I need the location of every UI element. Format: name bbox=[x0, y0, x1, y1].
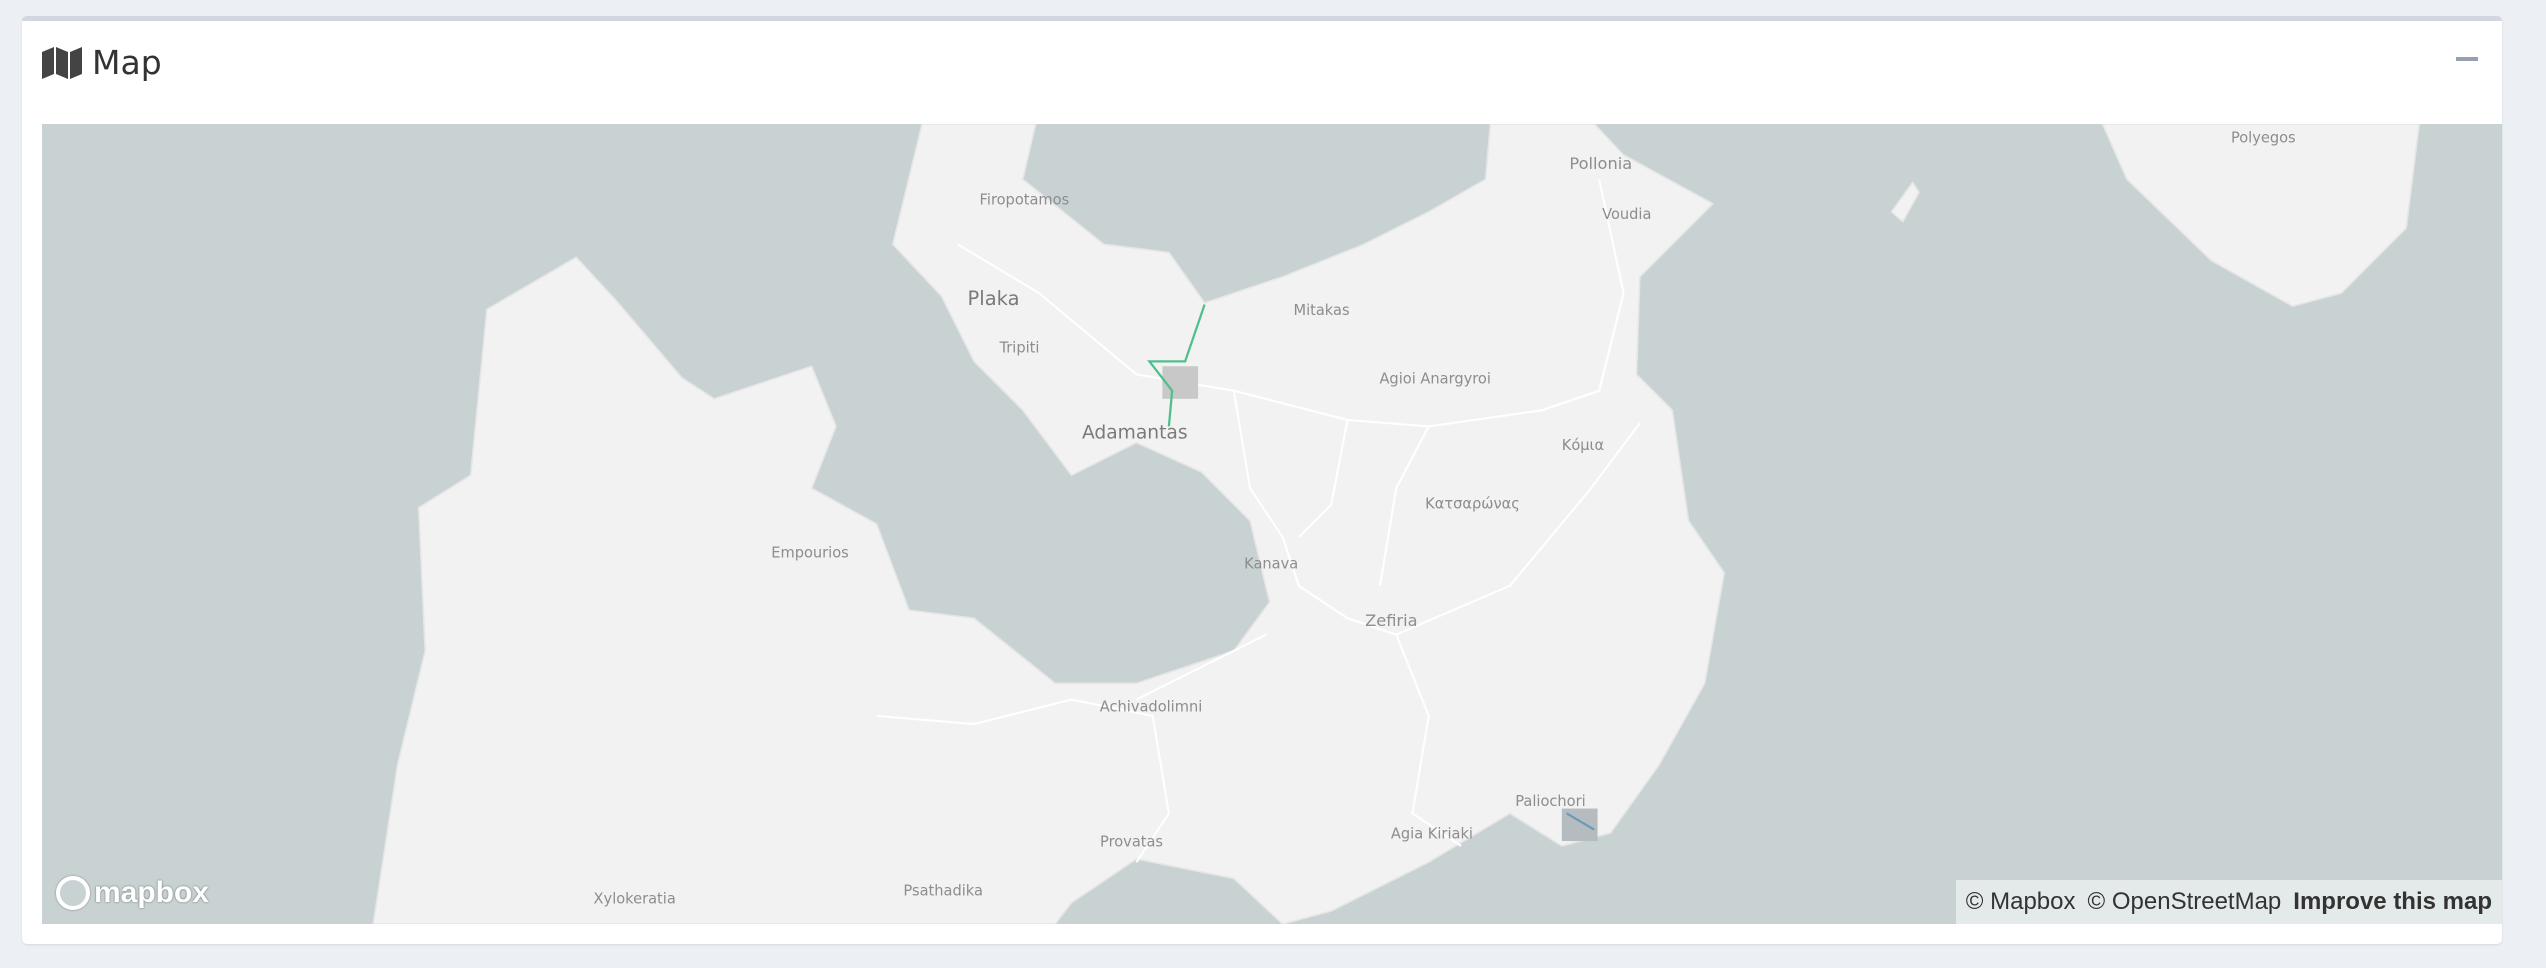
card-title: Map bbox=[92, 43, 162, 82]
map-attribution: © Mapbox © OpenStreetMap Improve this ma… bbox=[1955, 880, 2502, 924]
label-paliochori: Paliochori bbox=[1515, 793, 1585, 810]
label-komia: Κόμια bbox=[1562, 437, 1604, 454]
label-psathadika: Psathadika bbox=[903, 882, 982, 899]
label-polyegos: Polyegos bbox=[2231, 130, 2296, 147]
label-pollonia: Pollonia bbox=[1569, 154, 1632, 173]
label-provatas: Provatas bbox=[1100, 834, 1163, 851]
label-adamantas: Adamantas bbox=[1082, 422, 1188, 443]
mapbox-logo-text: mapbox bbox=[94, 876, 210, 909]
improve-map-link[interactable]: Improve this map bbox=[2293, 888, 2492, 916]
map-canvas: Polyegos Pollonia Voudia Firopotamos Pla… bbox=[372, 124, 2421, 924]
label-katsaronas: Κατσαρώνας bbox=[1425, 495, 1520, 512]
map-icon bbox=[42, 46, 82, 79]
mapbox-attribution-link[interactable]: © Mapbox bbox=[1966, 888, 2076, 916]
label-firopotamos: Firopotamos bbox=[980, 191, 1070, 208]
minus-icon bbox=[2456, 57, 2478, 61]
islet bbox=[1890, 181, 1921, 223]
label-agia-kiriaki: Agia Kiriaki bbox=[1391, 826, 1473, 843]
label-plaka: Plaka bbox=[968, 287, 1020, 310]
card-header: Map bbox=[42, 43, 162, 82]
label-zefiria: Zefiria bbox=[1365, 611, 1417, 630]
label-kanava: Kanava bbox=[1244, 556, 1298, 573]
mapbox-logo-icon bbox=[56, 876, 90, 910]
osm-attribution-link[interactable]: © OpenStreetMap bbox=[2088, 888, 2282, 916]
mapbox-logo[interactable]: mapbox bbox=[56, 876, 209, 910]
map-card: Map Polyegos Pollonia Voudia Firopotamos… bbox=[22, 16, 2502, 944]
collapse-button[interactable] bbox=[2446, 41, 2488, 77]
highlight-area bbox=[1162, 366, 1199, 399]
label-voudia: Voudia bbox=[1602, 206, 1651, 223]
map-view[interactable]: Polyegos Pollonia Voudia Firopotamos Pla… bbox=[42, 124, 2502, 924]
label-achivadolimni: Achivadolimni bbox=[1100, 699, 1203, 716]
label-xylokeratia: Xylokeratia bbox=[594, 891, 676, 908]
label-tripiti: Tripiti bbox=[999, 339, 1040, 356]
land-polyegos bbox=[2101, 124, 2421, 307]
label-agioi-anargyroi: Agioi Anargyroi bbox=[1379, 370, 1490, 387]
label-empourios: Empourios bbox=[771, 544, 849, 561]
label-mitakas: Mitakas bbox=[1293, 302, 1349, 319]
